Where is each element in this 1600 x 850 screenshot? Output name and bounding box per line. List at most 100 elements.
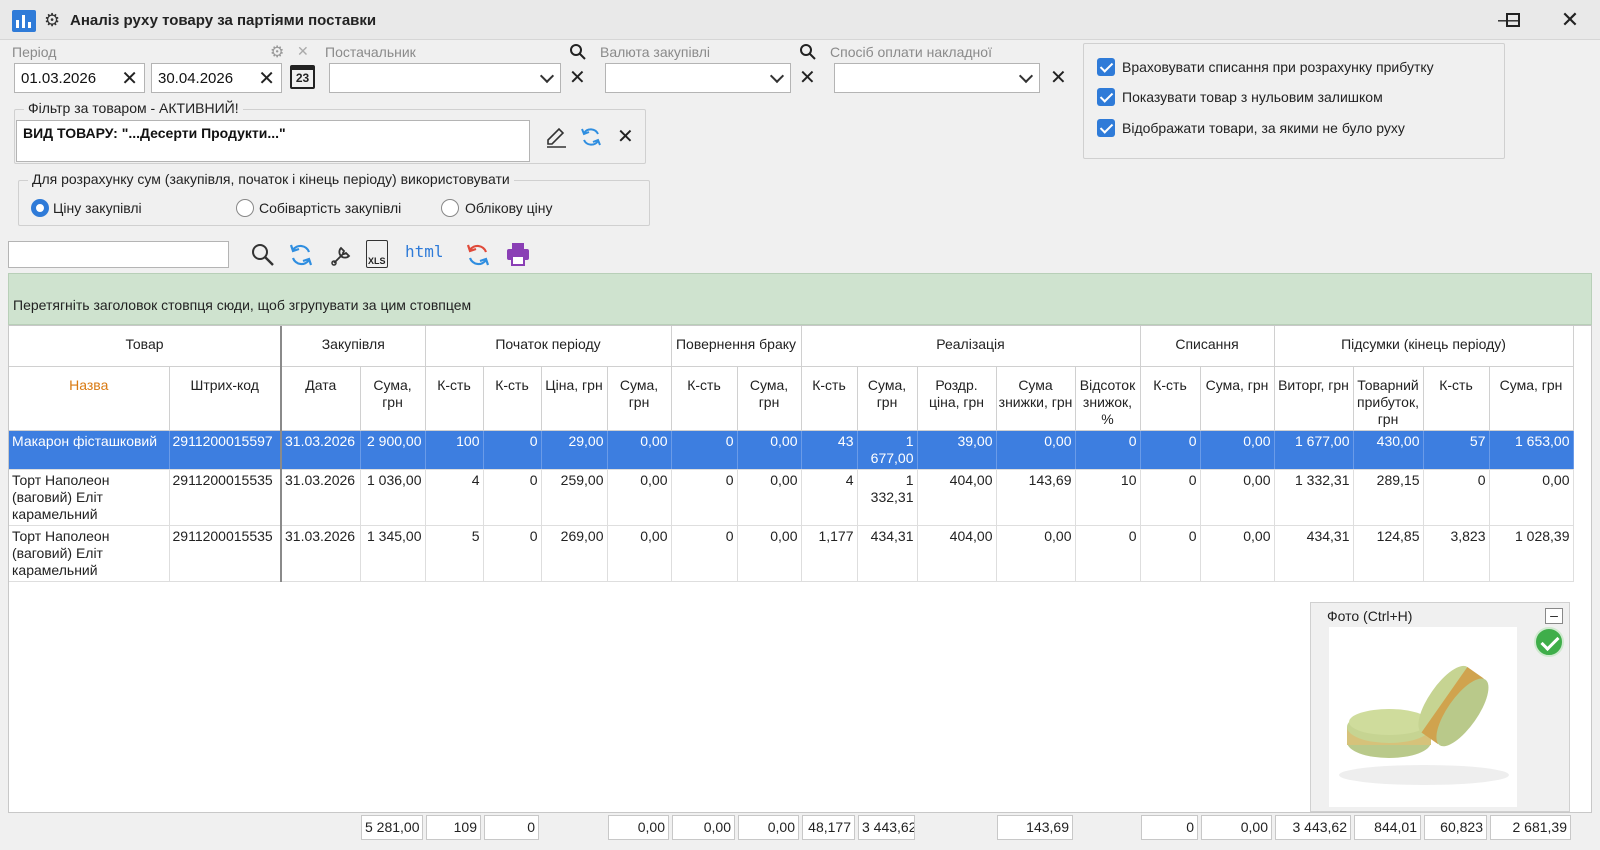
period-settings-gear-icon[interactable]: ⚙ [270,42,284,62]
product-filter-clear-icon[interactable]: ✕ [617,127,634,147]
radio-purchase-cost[interactable] [236,199,254,217]
column-header[interactable]: Сума, грн [360,366,426,431]
currency-select[interactable] [605,63,791,93]
column-header[interactable]: Сума, грн [607,366,672,431]
supplier-search-icon[interactable] [569,43,587,61]
column-header[interactable]: Роздр. ціна, грн [917,366,997,431]
edit-pencil-icon[interactable] [544,125,568,149]
reload-data-icon[interactable] [465,242,491,268]
table-cell[interactable]: 0 [483,469,542,526]
table-cell[interactable]: 2 900,00 [360,430,426,470]
band-defect-returns[interactable]: Повернення браку [671,326,802,367]
table-cell[interactable]: 0,00 [1200,430,1275,470]
table-cell[interactable]: 0 [1140,525,1201,582]
currency-search-icon[interactable] [799,43,817,61]
table-cell[interactable]: 0 [671,525,738,582]
date-to-field[interactable]: 30.04.2026 ✕ [151,63,282,93]
excel-export-icon[interactable]: XLS [366,240,388,268]
column-header[interactable]: Виторг, грн [1274,366,1354,431]
table-cell[interactable]: 1 028,39 [1489,525,1574,582]
column-header[interactable]: Сума, грн [737,366,802,431]
calendar-icon[interactable]: 23 [290,65,315,89]
table-cell[interactable]: 31.03.2026 [281,525,361,582]
maximize-button[interactable] [1506,13,1520,27]
table-cell[interactable]: 0 [1140,430,1201,470]
checkbox-writeoff-profit[interactable] [1097,58,1115,76]
table-cell[interactable]: 0 [1140,469,1201,526]
radio-accounting-price[interactable] [441,199,459,217]
payment-method-select[interactable] [834,63,1040,93]
check-ok-icon[interactable] [1534,627,1564,657]
collapse-photo-button[interactable]: – [1545,608,1563,624]
date-from-field[interactable]: 01.03.2026 ✕ [14,63,145,93]
table-cell[interactable]: 0 [1423,469,1490,526]
wrench-settings-icon[interactable] [329,242,355,268]
band-writeoff[interactable]: Списання [1140,326,1275,367]
period-clear-icon[interactable]: ✕ [297,43,309,60]
column-header[interactable]: Назва [9,366,170,431]
table-cell[interactable]: 2911200015535 [169,469,282,526]
band-period-start[interactable]: Початок періоду [425,326,672,367]
table-cell[interactable]: 5 [425,525,484,582]
payment-method-clear-icon[interactable]: ✕ [1050,68,1067,88]
table-cell[interactable]: 0,00 [737,469,802,526]
table-cell[interactable]: 4 [425,469,484,526]
radio-purchase-price[interactable] [31,199,49,217]
column-header[interactable]: Ціна, грн [541,366,608,431]
table-cell[interactable]: Макарон фісташковий [9,430,170,470]
refresh-icon[interactable] [288,242,314,268]
table-row[interactable]: Макарон фісташковий 2911200015597 31.03.20… [9,430,1574,470]
table-cell[interactable]: 3,823 [1423,525,1490,582]
table-cell[interactable]: 10 [1075,469,1141,526]
table-cell[interactable]: 434,31 [857,525,918,582]
table-cell[interactable]: 0 [671,430,738,470]
group-by-panel[interactable]: Перетягніть заголовок стовпця сюди, щоб … [8,273,1592,325]
table-cell[interactable]: 0,00 [1200,525,1275,582]
column-header[interactable]: Товарний прибуток, грн [1353,366,1424,431]
table-cell[interactable]: 0 [671,469,738,526]
table-cell[interactable]: 0 [483,525,542,582]
column-header[interactable]: К-сть [1140,366,1201,431]
table-cell[interactable]: 31.03.2026 [281,430,361,470]
table-cell[interactable]: 0,00 [1200,469,1275,526]
currency-clear-icon[interactable]: ✕ [799,68,816,88]
table-cell[interactable]: 1 677,00 [1274,430,1354,470]
table-row[interactable]: Торт Наполеон (ваговий) Еліт карамельний… [9,525,1574,582]
table-cell[interactable]: 100 [425,430,484,470]
product-filter-field[interactable]: ВИД ТОВАРУ: "...Десерти Продукти..." [16,120,530,162]
html-export-icon[interactable]: html [405,242,444,261]
table-cell[interactable]: Торт Наполеон (ваговий) Еліт карамельний [9,525,170,582]
table-cell[interactable]: 2911200015535 [169,525,282,582]
refresh-filter-icon[interactable] [579,125,603,149]
table-cell[interactable]: 124,85 [1353,525,1424,582]
column-header[interactable]: К-сть [483,366,542,431]
column-header[interactable]: К-сть [801,366,858,431]
table-cell[interactable]: 0,00 [1489,469,1574,526]
column-header[interactable]: К-сть [671,366,738,431]
column-header[interactable]: Сума знижки, грн [996,366,1076,431]
date-to-clear-icon[interactable]: ✕ [258,69,275,89]
column-header[interactable]: К-сть [1423,366,1490,431]
table-cell[interactable]: 1 332,31 [857,469,918,526]
table-cell[interactable]: 2911200015597 [169,430,282,470]
table-cell[interactable]: 1 653,00 [1489,430,1574,470]
supplier-select[interactable] [329,63,561,93]
table-cell[interactable]: 1 677,00 [857,430,918,470]
date-from-clear-icon[interactable]: ✕ [121,69,138,89]
table-cell[interactable]: 0,00 [996,430,1076,470]
settings-gear-icon[interactable]: ⚙ [44,10,60,30]
table-cell[interactable]: 1,177 [801,525,858,582]
table-cell[interactable]: 404,00 [917,469,997,526]
band-purchase[interactable]: Закупівля [281,326,426,367]
table-cell[interactable]: 0,00 [607,430,672,470]
table-cell[interactable]: Торт Наполеон (ваговий) Еліт карамельний [9,469,170,526]
table-cell[interactable]: 31.03.2026 [281,469,361,526]
table-cell[interactable]: 43 [801,430,858,470]
table-cell[interactable]: 1 036,00 [360,469,426,526]
search-icon[interactable] [250,242,276,268]
grid-search-input[interactable] [8,241,229,268]
table-cell[interactable]: 143,69 [996,469,1076,526]
table-cell[interactable]: 1 345,00 [360,525,426,582]
column-header[interactable]: Сума, грн [1200,366,1275,431]
table-cell[interactable]: 0,00 [607,469,672,526]
